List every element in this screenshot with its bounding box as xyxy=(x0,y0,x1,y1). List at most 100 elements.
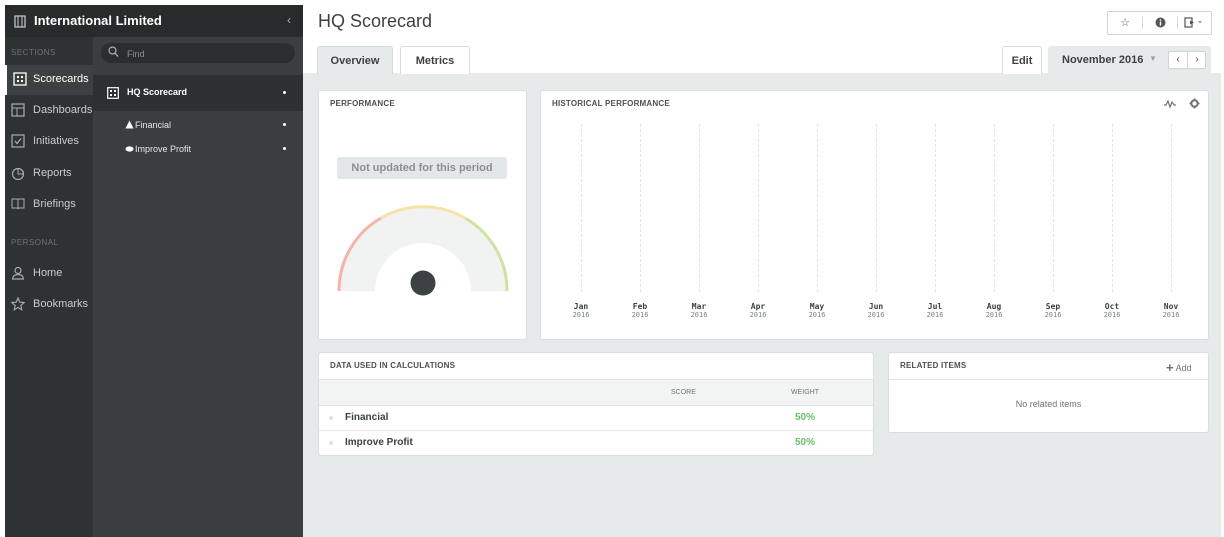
main-content: HQ Scorecard ☆ Overview Metrics Edit Nov… xyxy=(303,5,1221,537)
nav-item-briefings[interactable]: Briefings xyxy=(5,190,93,220)
related-items-card: RELATED ITEMS + Add No related items xyxy=(888,352,1209,433)
period-label: November 2016 xyxy=(1062,54,1144,66)
tick-month: Sep xyxy=(1045,302,1061,311)
tree-root-label: HQ Scorecard xyxy=(127,87,188,97)
scorecard-icon xyxy=(107,87,119,99)
ellipse-icon xyxy=(125,146,134,152)
tree-item-hq-scorecard[interactable]: HQ Scorecard xyxy=(93,75,303,111)
org-header[interactable]: International Limited ‹ xyxy=(5,5,303,37)
table-row[interactable]: Financial 50% xyxy=(319,405,873,431)
tick-month: May xyxy=(809,302,825,311)
tick-year: 2016 xyxy=(690,311,708,319)
user-icon xyxy=(11,266,25,280)
nav-label-bookmarks: Bookmarks xyxy=(33,298,89,310)
scorecard-icon xyxy=(13,72,27,86)
nav-item-scorecards[interactable]: Scorecards xyxy=(5,65,95,95)
gridline xyxy=(640,124,641,292)
status-dot xyxy=(283,123,286,126)
dashboard-icon xyxy=(11,103,25,117)
plus-icon: + xyxy=(1166,360,1174,375)
x-tick-label: Apr 2016 xyxy=(738,302,778,319)
tick-year: 2016 xyxy=(1044,311,1062,319)
gridline xyxy=(1053,124,1054,292)
tree-item-improve-profit[interactable]: Improve Profit xyxy=(93,137,303,161)
tick-year: 2016 xyxy=(749,311,767,319)
personal-label: PERSONAL xyxy=(11,238,59,247)
tick-month: Jun xyxy=(868,302,884,311)
tick-year: 2016 xyxy=(631,311,649,319)
tick-year: 2016 xyxy=(985,311,1003,319)
column-header-score: SCORE xyxy=(671,389,696,396)
search-icon xyxy=(108,46,119,57)
x-tick-label: Jan 2016 xyxy=(561,302,601,319)
gridline xyxy=(935,124,936,292)
tree-item-label: Improve Profit xyxy=(135,144,192,154)
chevron-left-icon[interactable]: ‹ xyxy=(1169,52,1187,68)
page-title: HQ Scorecard xyxy=(318,11,433,31)
tick-month: Nov xyxy=(1163,302,1179,311)
gridline xyxy=(876,124,877,292)
chevron-right-icon[interactable]: › xyxy=(1187,52,1206,68)
tab-metrics[interactable]: Metrics xyxy=(400,46,470,74)
nav-item-home[interactable]: Home xyxy=(5,259,93,289)
gauge-needle-hub xyxy=(410,270,436,296)
row-weight: 50% xyxy=(795,412,816,423)
calculation-data-card: DATA USED IN CALCULATIONS SCORE WEIGHT F… xyxy=(318,352,874,456)
period-selector[interactable]: November 2016 ▼ ‹ › xyxy=(1048,46,1211,73)
export-menu-icon[interactable] xyxy=(1177,12,1211,34)
x-tick-label: Jul 2016 xyxy=(915,302,955,319)
nav-label-dashboards: Dashboards xyxy=(33,104,93,116)
row-name: Improve Profit xyxy=(345,437,413,448)
tick-year: 2016 xyxy=(926,311,944,319)
status-dot xyxy=(283,91,286,94)
tree-item-financial[interactable]: Financial xyxy=(93,113,303,137)
nav-label-initiatives: Initiatives xyxy=(33,135,79,147)
column-header-weight: WEIGHT xyxy=(791,389,819,396)
calc-title: DATA USED IN CALCULATIONS xyxy=(330,361,456,370)
gridline xyxy=(994,124,995,292)
search-input[interactable] xyxy=(125,45,289,63)
export-icon xyxy=(1184,17,1202,28)
checkbox-icon xyxy=(11,134,25,148)
bookmark-star-icon[interactable]: ☆ xyxy=(1108,12,1142,34)
triangle-icon xyxy=(125,120,134,129)
add-label: Add xyxy=(1175,363,1192,373)
historical-chart: Jan 2016 Feb 2016 Mar 2016 Apr 2016 May 2016 Jun 20… xyxy=(541,91,1208,339)
nav-item-initiatives[interactable]: Initiatives xyxy=(5,127,93,157)
building-icon xyxy=(14,15,26,28)
book-icon xyxy=(11,198,25,210)
nav-item-dashboards[interactable]: Dashboards xyxy=(5,96,93,126)
period-pager: ‹ › xyxy=(1168,51,1206,69)
tick-month: Aug xyxy=(986,302,1002,311)
nav-item-reports[interactable]: Reports xyxy=(5,159,93,189)
table-row[interactable]: Improve Profit 50% xyxy=(319,430,873,455)
row-name: Financial xyxy=(345,412,389,423)
row-bullet xyxy=(329,416,333,420)
edit-button[interactable]: Edit xyxy=(1002,46,1042,74)
tick-year: 2016 xyxy=(572,311,590,319)
x-tick-label: May 2016 xyxy=(797,302,837,319)
tick-month: Mar xyxy=(691,302,707,311)
sidebar: International Limited ‹ SECTIONS Scoreca… xyxy=(5,5,303,537)
empty-related-message: No related items xyxy=(1015,399,1082,409)
tick-month: Oct xyxy=(1104,302,1120,311)
app-frame: International Limited ‹ SECTIONS Scoreca… xyxy=(5,5,1221,537)
chevron-left-icon[interactable]: ‹ xyxy=(287,13,291,27)
tick-month: Jan xyxy=(573,302,589,311)
table-header: SCORE WEIGHT xyxy=(319,379,873,406)
tab-overview[interactable]: Overview xyxy=(317,46,393,74)
nav-item-bookmarks[interactable]: Bookmarks xyxy=(5,290,93,320)
x-tick-label: Jun 2016 xyxy=(856,302,896,319)
related-title: RELATED ITEMS xyxy=(900,361,967,370)
caret-down-icon[interactable]: ▼ xyxy=(1149,54,1157,63)
performance-title: PERFORMANCE xyxy=(330,99,395,108)
org-name: International Limited xyxy=(34,13,162,28)
toolbar-buttons: ☆ xyxy=(1107,11,1212,35)
info-icon[interactable] xyxy=(1143,12,1177,34)
gridline xyxy=(1112,124,1113,292)
gridline xyxy=(758,124,759,292)
sections-label: SECTIONS xyxy=(11,48,56,57)
info-circle-icon xyxy=(1155,17,1165,28)
add-related-button[interactable]: + Add xyxy=(1166,360,1192,375)
search-box[interactable] xyxy=(101,43,295,63)
